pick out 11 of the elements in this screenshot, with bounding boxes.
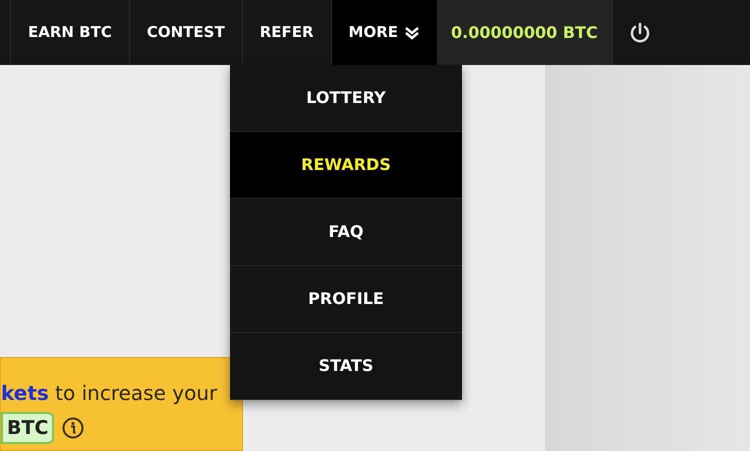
menu-item[interactable]: PROFILE <box>230 266 462 333</box>
nav-tab[interactable]: MORE <box>330 0 438 65</box>
amount-badge: BTC <box>1 412 54 444</box>
info-icon[interactable] <box>62 417 84 439</box>
menu-item[interactable]: LOTTERY <box>230 65 462 132</box>
chevrons-down-icon <box>404 26 420 40</box>
balance-display: 0.00000000 BTC <box>437 0 612 65</box>
link[interactable]: kets <box>1 381 49 405</box>
menu-item[interactable]: REWARDS <box>230 132 462 199</box>
menu-item[interactable]: STATS <box>230 333 462 400</box>
menu-item[interactable]: FAQ <box>230 199 462 266</box>
